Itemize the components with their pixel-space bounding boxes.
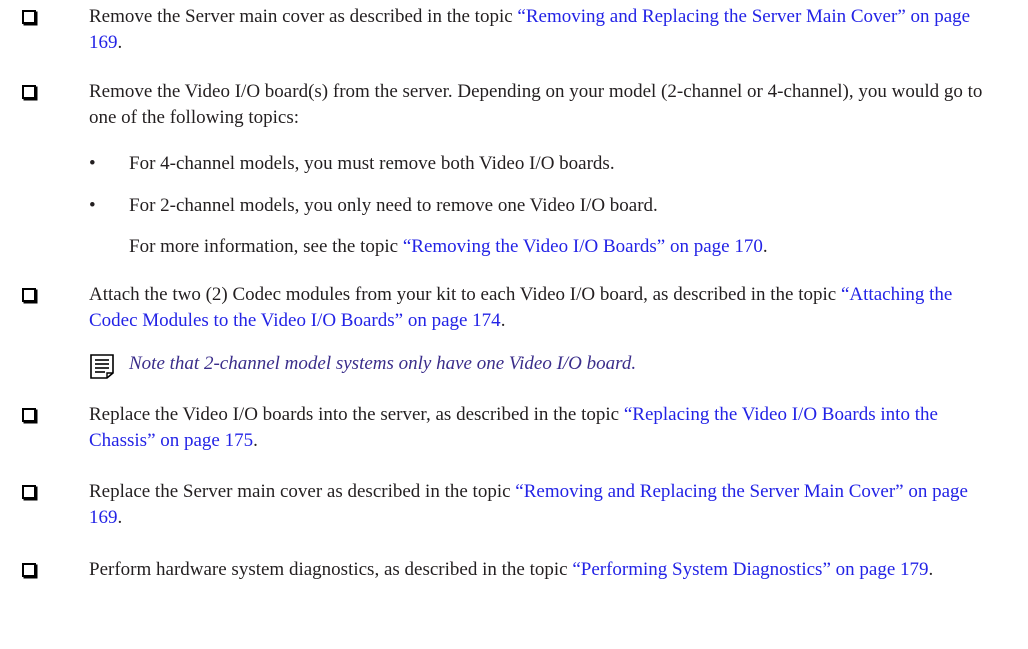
bullet-dot: • xyxy=(89,153,96,174)
step-6-text: Perform hardware system diagnostics, as … xyxy=(89,557,989,583)
checkbox-step-4[interactable] xyxy=(22,408,36,422)
more-info-text: For more information, see the topic “Rem… xyxy=(129,234,989,260)
step-3-body: Attach the two (2) Codec modules from yo… xyxy=(89,284,841,305)
bullet-text-1: For 4-channel models, you must remove bo… xyxy=(129,153,615,174)
more-info-body: For more information, see the topic xyxy=(129,236,403,257)
checkbox-step-5[interactable] xyxy=(22,485,36,499)
step-6-end: . xyxy=(928,559,934,580)
checkbox-step-3[interactable] xyxy=(22,288,36,302)
step-4-body: Replace the Video I/O boards into the se… xyxy=(89,404,624,425)
step-1-text: Remove the Server main cover as describe… xyxy=(89,4,989,56)
step-3-end: . xyxy=(500,310,506,331)
step-4-text: Replace the Video I/O boards into the se… xyxy=(89,402,989,454)
step-1-end: . xyxy=(117,32,123,53)
document-page: Remove the Server main cover as describe… xyxy=(0,0,1028,649)
more-info-end: . xyxy=(762,236,768,257)
bullet-dot: • xyxy=(89,195,96,216)
checkbox-step-1[interactable] xyxy=(22,10,36,24)
more-info-link[interactable]: “Removing the Video I/O Boards” on page … xyxy=(403,236,763,257)
step-2-text: Remove the Video I/O board(s) from the s… xyxy=(89,81,983,128)
bullet-text-2: For 2-channel models, you only need to r… xyxy=(129,195,658,216)
step-5-body: Replace the Server main cover as describ… xyxy=(89,481,516,502)
step-5-text: Replace the Server main cover as describ… xyxy=(89,479,989,531)
step-5-end: . xyxy=(117,507,123,528)
note-text: Note that 2-channel model systems only h… xyxy=(129,353,637,374)
step-6-body: Perform hardware system diagnostics, as … xyxy=(89,559,573,580)
step-6-link[interactable]: “Performing System Diagnostics” on page … xyxy=(572,559,928,580)
step-1-body: Remove the Server main cover as describe… xyxy=(89,6,518,27)
checkbox-step-6[interactable] xyxy=(22,563,36,577)
step-3-text: Attach the two (2) Codec modules from yo… xyxy=(89,282,989,334)
note-icon xyxy=(90,354,114,379)
step-4-end: . xyxy=(253,430,258,451)
checkbox-step-2[interactable] xyxy=(22,85,36,99)
